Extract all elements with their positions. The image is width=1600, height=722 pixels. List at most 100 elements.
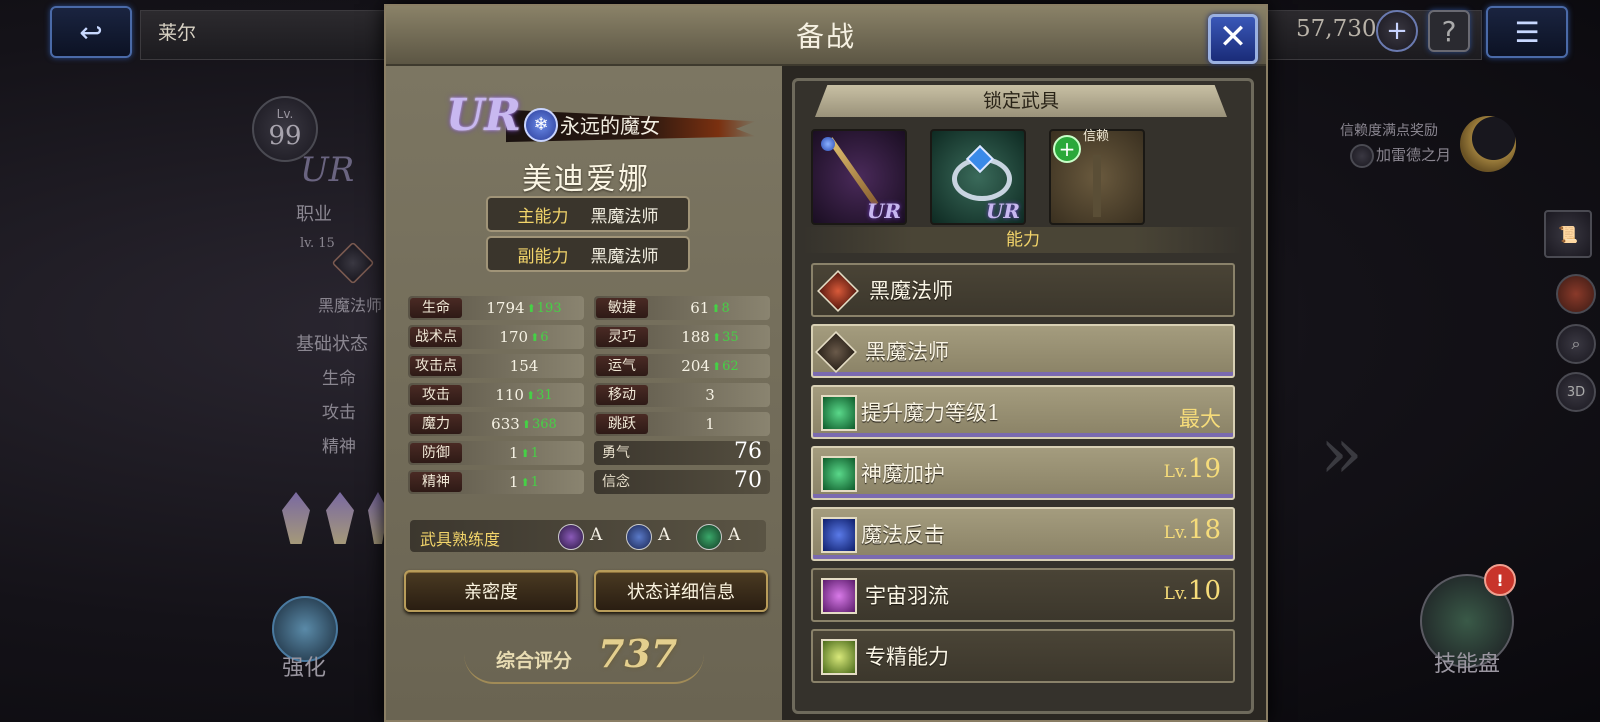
support-ability-icon xyxy=(821,395,857,431)
close-icon: ✕ xyxy=(1218,17,1248,57)
ability-level-max: 最大 xyxy=(1179,407,1221,431)
stat-label: 灵巧 xyxy=(596,327,648,347)
ability-row-magic-counter[interactable]: 魔法反击 Lv.18 xyxy=(811,507,1235,561)
ability-name: 黑魔法师 xyxy=(869,279,953,303)
equip-slot-trust[interactable]: + 信赖 xyxy=(1049,129,1145,225)
gear-rarity: UR xyxy=(866,199,901,223)
stat-label: 攻击点 xyxy=(410,356,462,376)
affinity-button[interactable]: 亲密度 xyxy=(404,570,578,612)
main-job-pill[interactable]: 主能力 黑魔法师 xyxy=(486,196,690,232)
equip-slot-accessory[interactable]: UR xyxy=(930,129,1026,225)
ability-name: 黑魔法师 xyxy=(865,340,949,364)
ability-row-magic-up[interactable]: 提升魔力等级1 最大 xyxy=(811,385,1235,439)
unit-name: 美迪爱娜 xyxy=(522,162,650,197)
gear-rarity: UR xyxy=(985,199,1020,223)
ability-row-sub-job[interactable]: 黑魔法师 xyxy=(811,324,1235,378)
stat-label: 精神 xyxy=(410,472,462,492)
stat-bonus: 368 xyxy=(522,417,557,432)
stat-agi: 敏捷 618 xyxy=(594,296,770,320)
currency-amount: 57,730 xyxy=(1296,16,1377,42)
menu-button[interactable]: ☰ xyxy=(1486,6,1568,58)
proficiency-grade: A xyxy=(590,525,603,545)
level-prefix: Lv. xyxy=(1163,584,1188,604)
main-job-value: 黑魔法师 xyxy=(590,206,659,227)
ability-row-main-job[interactable]: 黑魔法师 xyxy=(811,263,1235,317)
equip-slot-weapon[interactable]: UR xyxy=(811,129,907,225)
skill-board-label[interactable]: 技能盘 xyxy=(1434,646,1500,678)
main-job-label: 主能力 xyxy=(517,206,569,227)
stat-value: 1 xyxy=(508,473,519,491)
ability-name: 提升魔力等级1 xyxy=(861,401,1001,425)
base-status: 基础状态 xyxy=(296,334,368,355)
stat-bonus: 62 xyxy=(712,359,739,374)
level-number: 10 xyxy=(1187,576,1221,606)
orb-icon xyxy=(821,137,835,151)
level-prefix: Lv. xyxy=(1163,523,1188,543)
ability-level: Lv.10 xyxy=(1164,576,1221,606)
score-label: 综合评分 xyxy=(496,650,573,672)
stat-value: 1 xyxy=(705,415,715,433)
compass-icon[interactable] xyxy=(1556,274,1596,314)
ability-name: 魔法反击 xyxy=(861,523,945,547)
stat-label: 生命 xyxy=(410,298,462,318)
accessory-icon xyxy=(696,524,722,550)
stat-def: 防御 11 xyxy=(408,441,584,465)
stat-atk: 攻击 11031 xyxy=(408,383,584,407)
view-3d-button[interactable]: 3D xyxy=(1556,372,1596,412)
job-level: lv. 15 xyxy=(300,236,335,251)
dialog-header: 备战 xyxy=(386,6,1266,66)
back-arrow-icon: ↩ xyxy=(79,15,103,49)
sub-job-pill[interactable]: 副能力 黑魔法师 xyxy=(486,236,690,272)
scroll-icon[interactable]: 📜 xyxy=(1544,210,1592,258)
stat-bonus: 1 xyxy=(521,475,539,490)
ability-title-label: 能力 xyxy=(1006,230,1040,250)
level-value: 99 xyxy=(268,121,302,151)
help-button[interactable]: ? xyxy=(1428,10,1470,52)
notify-mark: ! xyxy=(1496,570,1504,590)
ability-name: 宇宙羽流 xyxy=(865,584,949,608)
notification-badge: ! xyxy=(1484,564,1516,596)
proficiency-grade: A xyxy=(728,525,741,545)
bg-stat-atk: 攻击 xyxy=(322,403,356,423)
stat-spr: 精神 11 xyxy=(408,470,584,494)
faith-label: 信念 xyxy=(602,474,630,490)
ability-name: 专精能力 xyxy=(865,645,949,669)
add-currency-icon[interactable]: + xyxy=(1376,10,1418,52)
proficiency-grade: A xyxy=(658,525,671,545)
ability-row-cosmic-plume[interactable]: 宇宙羽流 Lv.10 xyxy=(811,568,1235,622)
status-detail-label: 状态详细信息 xyxy=(627,582,735,603)
trust-item-icon xyxy=(1350,144,1374,168)
trust-slot-label: 信赖 xyxy=(1083,129,1110,144)
ability-row-divine-protection[interactable]: 神魔加护 Lv.19 xyxy=(811,446,1235,500)
dialog-title: 备战 xyxy=(795,20,856,53)
view-3d-label: 3D xyxy=(1566,384,1586,400)
special-ability-icon xyxy=(821,578,857,614)
ability-level: Lv.19 xyxy=(1164,454,1221,484)
stat-value: 633 xyxy=(491,415,520,433)
stat-mag: 魔力 633368 xyxy=(408,412,584,436)
back-button[interactable]: ↩ xyxy=(50,6,132,58)
stat-bonus: 31 xyxy=(526,388,553,403)
enhance-label[interactable]: 强化 xyxy=(282,650,326,682)
trust-item-name: 加雷德之月 xyxy=(1376,146,1452,164)
stat-faith: 信念 70 xyxy=(594,468,770,494)
stat-jump: 跳跃 1 xyxy=(594,412,770,436)
robe-icon xyxy=(626,524,652,550)
close-button[interactable]: ✕ xyxy=(1208,14,1258,64)
unit-title: 永远的魔女 xyxy=(560,114,660,138)
ability-row-mastery[interactable]: 专精能力 xyxy=(811,629,1235,683)
stat-ap: 攻击点 154 xyxy=(408,354,584,378)
stat-bonus: 6 xyxy=(530,330,548,345)
sub-job-value: 黑魔法师 xyxy=(590,246,659,267)
level-prefix: Lv. xyxy=(1163,462,1188,482)
level-number: 18 xyxy=(1187,515,1221,545)
status-detail-button[interactable]: 状态详细信息 xyxy=(594,570,768,612)
stat-label: 防御 xyxy=(410,443,462,463)
add-icon: + xyxy=(1053,135,1081,163)
search-icon[interactable]: ⌕ xyxy=(1556,324,1596,364)
affinity-label: 亲密度 xyxy=(464,582,518,603)
mastery-ability-icon xyxy=(821,639,857,675)
stat-value: 110 xyxy=(495,386,524,404)
stat-value: 61 xyxy=(690,299,710,317)
next-arrow-icon[interactable]: » xyxy=(1320,412,1363,494)
